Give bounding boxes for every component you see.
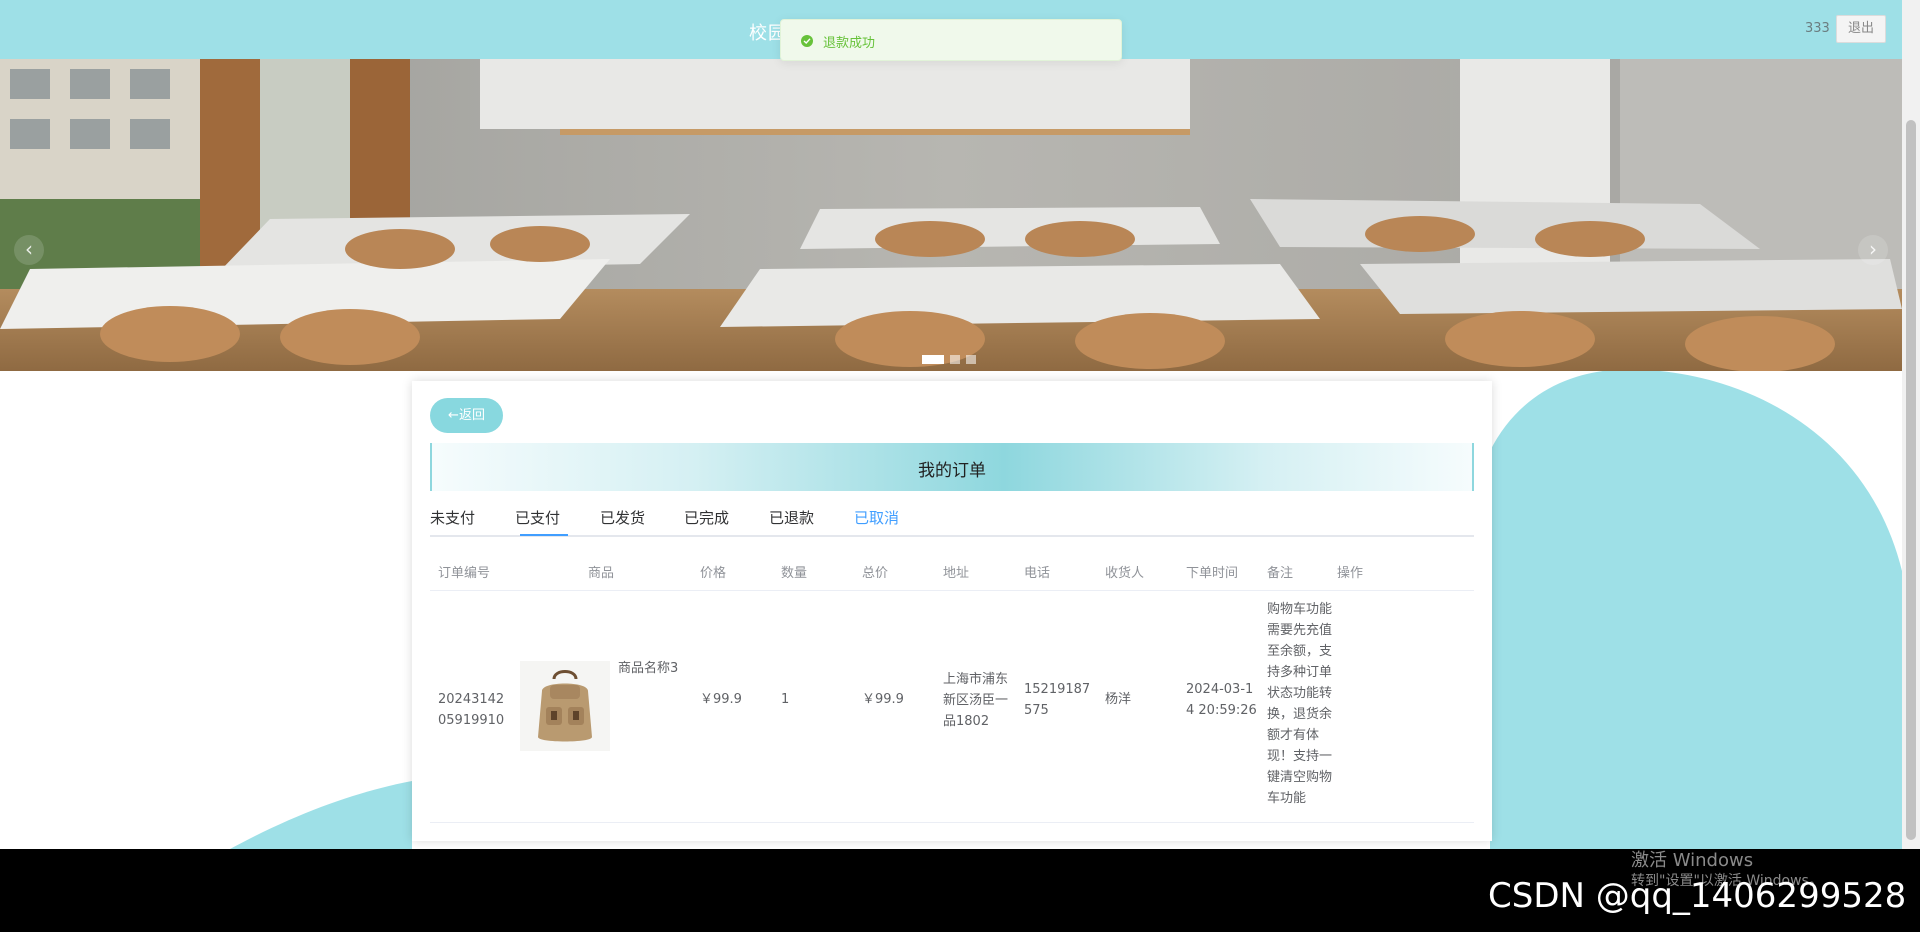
phone-line: 575 bbox=[1024, 703, 1049, 718]
column-header: 商品 bbox=[588, 566, 615, 581]
windows-activation-title: 激活 Windows bbox=[1631, 850, 1754, 871]
order-number-cell: 20243142 05919910 bbox=[438, 689, 504, 731]
logout-button[interactable]: 退出 bbox=[1836, 15, 1886, 43]
carousel-indicator-3[interactable] bbox=[966, 355, 976, 364]
quantity-cell: 1 bbox=[781, 692, 790, 707]
tab-unpaid[interactable]: 未支付 bbox=[430, 507, 475, 528]
phone-cell: 15219187 575 bbox=[1024, 679, 1090, 721]
receiver-cell: 杨洋 bbox=[1105, 692, 1132, 707]
tab-paid[interactable]: 已支付 bbox=[515, 507, 560, 528]
note-line: 状态功能转 bbox=[1267, 686, 1333, 701]
carousel-next-icon[interactable]: › bbox=[1858, 235, 1888, 265]
column-header: 备注 bbox=[1267, 566, 1294, 581]
order-number-line: 20243142 bbox=[438, 692, 505, 707]
banner-carousel[interactable]: ‹ › bbox=[0, 59, 1902, 371]
page-scrollbar[interactable] bbox=[1902, 0, 1920, 849]
address-cell: 上海市浦东 新区汤臣一 品1802 bbox=[943, 669, 1008, 732]
carousel-indicator-1[interactable] bbox=[922, 355, 944, 364]
phone-line: 15219187 bbox=[1024, 682, 1091, 697]
column-header: 数量 bbox=[781, 566, 808, 581]
column-header: 价格 bbox=[700, 566, 727, 581]
order-time-line: 2024-03-1 bbox=[1186, 682, 1254, 697]
column-header: 总价 bbox=[862, 566, 889, 581]
product-name: 商品名称3 bbox=[618, 661, 679, 676]
tab-active-indicator bbox=[520, 534, 568, 536]
tab-cancelled[interactable]: 已取消 bbox=[854, 507, 899, 528]
note-line: 现！支持一 bbox=[1267, 749, 1333, 764]
price-cell: ￥99.9 bbox=[700, 692, 742, 707]
note-line: 键清空购物 bbox=[1267, 770, 1333, 785]
product-image[interactable] bbox=[520, 661, 610, 751]
carousel-indicators bbox=[922, 355, 976, 364]
note-line: 持多种订单 bbox=[1267, 665, 1333, 680]
tab-shipped[interactable]: 已发货 bbox=[600, 507, 645, 528]
note-line: 车功能 bbox=[1267, 791, 1307, 806]
column-header: 地址 bbox=[943, 566, 970, 581]
table-header: 订单编号 商品 价格 数量 总价 地址 电话 收货人 下单时间 备注 操作 bbox=[430, 551, 1474, 591]
toast-message: 退款成功 bbox=[823, 36, 876, 51]
page-title: 我的订单 bbox=[918, 461, 986, 481]
classroom-banner-image bbox=[0, 59, 1902, 371]
check-circle-icon bbox=[801, 35, 813, 47]
column-header: 收货人 bbox=[1105, 566, 1145, 581]
success-toast: 退款成功 bbox=[780, 19, 1122, 61]
address-line: 品1802 bbox=[943, 714, 990, 729]
note-line: 购物车功能 bbox=[1267, 602, 1333, 617]
address-line: 上海市浦东 bbox=[943, 672, 1009, 687]
note-line: 需要先充值 bbox=[1267, 623, 1333, 638]
order-status-tabs: 未支付 已支付 已发货 已完成 已退款 已取消 bbox=[430, 497, 1474, 537]
total-cell: ￥99.9 bbox=[862, 692, 904, 707]
note-line: 至余额，支 bbox=[1267, 644, 1333, 659]
note-cell: 购物车功能 需要先充值 至余额，支 持多种订单 状态功能转 换，退货余 额才有体… bbox=[1267, 599, 1337, 809]
carousel-prev-icon[interactable]: ‹ bbox=[14, 235, 44, 265]
username-label: 333 bbox=[1805, 21, 1830, 36]
note-line: 额才有体 bbox=[1267, 728, 1320, 743]
csdn-watermark: CSDN @qq_1406299528 bbox=[1488, 876, 1907, 916]
carousel-indicator-2[interactable] bbox=[950, 355, 960, 364]
tab-completed[interactable]: 已完成 bbox=[684, 507, 729, 528]
column-header: 操作 bbox=[1337, 566, 1364, 581]
back-button[interactable]: ←返回 bbox=[430, 398, 503, 433]
order-card: ←返回 我的订单 未支付 已支付 已发货 已完成 已退款 已取消 订单编号 商品… bbox=[412, 381, 1492, 841]
column-header: 下单时间 bbox=[1186, 566, 1239, 581]
order-time-cell: 2024-03-1 4 20:59:26 bbox=[1186, 679, 1257, 721]
page-title-bar: 我的订单 bbox=[430, 443, 1474, 491]
order-number-line: 05919910 bbox=[438, 713, 505, 728]
column-header: 订单编号 bbox=[438, 566, 491, 581]
note-line: 换，退货余 bbox=[1267, 707, 1333, 722]
order-time-line: 4 20:59:26 bbox=[1186, 703, 1257, 718]
tab-refunded[interactable]: 已退款 bbox=[769, 507, 814, 528]
scrollbar-thumb[interactable] bbox=[1906, 120, 1916, 840]
address-line: 新区汤臣一 bbox=[943, 693, 1009, 708]
table-row: 20243142 05919910 商品名称3 ￥99.9 1 ￥99.9 上海… bbox=[430, 591, 1474, 823]
column-header: 电话 bbox=[1024, 566, 1051, 581]
